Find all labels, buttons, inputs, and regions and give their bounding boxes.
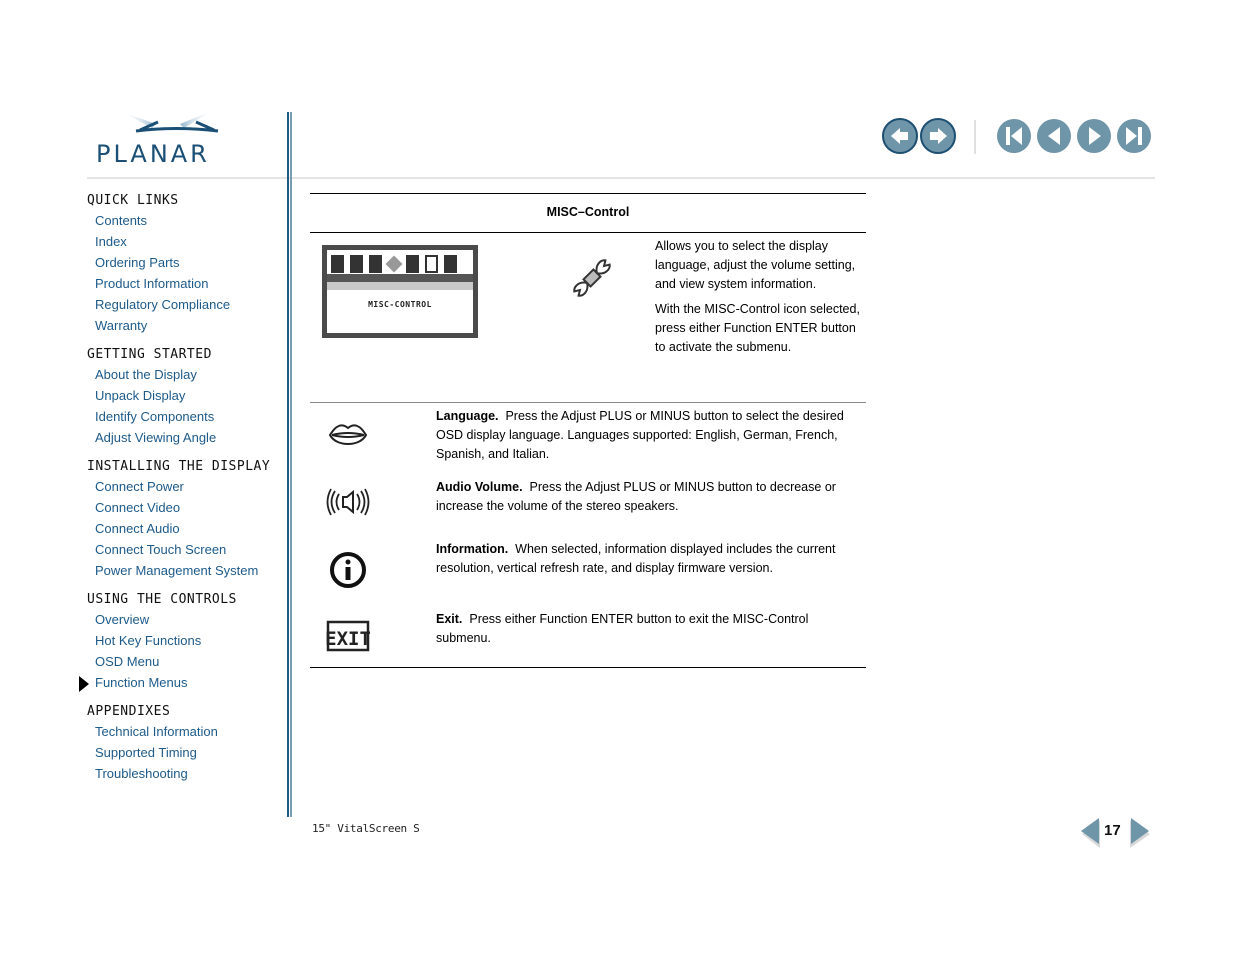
osd-screenshot: MISC-CONTROL bbox=[322, 245, 478, 338]
logo-text: PLANAR bbox=[96, 140, 210, 168]
current-page-marker-icon bbox=[79, 676, 89, 692]
item-text: Press either Function ENTER button to ex… bbox=[436, 612, 809, 645]
link-osd-menu[interactable]: OSD Menu bbox=[95, 651, 282, 672]
lips-icon bbox=[328, 424, 368, 445]
sidebar-section-getting-started: GETTING STARTED About the Display Unpack… bbox=[87, 345, 282, 448]
back-button[interactable] bbox=[882, 118, 918, 154]
link-connect-touch-screen[interactable]: Connect Touch Screen bbox=[95, 539, 282, 560]
sidebar-section-appendixes: APPENDIXES Technical Information Support… bbox=[87, 702, 282, 784]
link-connect-audio[interactable]: Connect Audio bbox=[95, 518, 282, 539]
sidebar-divider-light bbox=[290, 112, 292, 817]
previous-page-button[interactable] bbox=[1037, 119, 1071, 153]
misc-control-table: MISC–Control MISC-CONTROL Allows you to … bbox=[310, 193, 866, 668]
link-contents[interactable]: Contents bbox=[95, 210, 282, 231]
next-page-button[interactable] bbox=[1077, 119, 1111, 153]
item-description: Language. Press the Adjust PLUS or MINUS… bbox=[436, 407, 864, 464]
link-supported-timing[interactable]: Supported Timing bbox=[95, 742, 282, 763]
exit-icon: EXIT bbox=[326, 620, 370, 652]
item-term: Language. bbox=[436, 409, 499, 423]
section-title: GETTING STARTED bbox=[87, 347, 212, 362]
arrow-left-icon bbox=[891, 128, 908, 144]
skip-first-icon bbox=[1006, 127, 1022, 145]
section-title: USING THE CONTROLS bbox=[87, 592, 237, 607]
info-icon bbox=[330, 552, 366, 588]
triangle-left-icon bbox=[1048, 127, 1060, 145]
intro-row: MISC-CONTROL Allows you to select the di… bbox=[310, 233, 866, 402]
intro-paragraph: Allows you to select the display languag… bbox=[655, 239, 856, 291]
sidebar-section-installing: INSTALLING THE DISPLAY Connect Power Con… bbox=[87, 457, 282, 581]
section-title: APPENDIXES bbox=[87, 704, 171, 719]
sidebar-section-quick-links: QUICK LINKS Contents Index Ordering Part… bbox=[87, 191, 282, 336]
item-description: Exit. Press either Function ENTER button… bbox=[436, 610, 864, 648]
wrench-icon bbox=[573, 259, 611, 297]
arrow-right-icon bbox=[930, 128, 947, 144]
item-term: Exit. bbox=[436, 612, 463, 626]
next-page-arrow-icon[interactable] bbox=[1130, 818, 1150, 848]
link-ordering-parts[interactable]: Ordering Parts bbox=[95, 252, 282, 273]
logo-swoosh-icon bbox=[122, 110, 219, 133]
header-divider bbox=[87, 177, 1155, 179]
item-term: Audio Volume. bbox=[436, 480, 523, 494]
sidebar-quick-links: QUICK LINKS Contents Index Ordering Part… bbox=[79, 191, 282, 793]
osd-screen-label: MISC-CONTROL bbox=[368, 300, 432, 309]
link-overview[interactable]: Overview bbox=[95, 609, 282, 630]
submenu-items: Language. Press the Adjust PLUS or MINUS… bbox=[310, 403, 866, 667]
link-label: Function Menus bbox=[95, 675, 188, 690]
link-warranty[interactable]: Warranty bbox=[95, 315, 282, 336]
svg-text:EXIT: EXIT bbox=[326, 628, 370, 650]
link-adjust-viewing-angle[interactable]: Adjust Viewing Angle bbox=[95, 427, 282, 448]
speaker-icon bbox=[326, 488, 370, 516]
osd-icon-row bbox=[331, 253, 457, 275]
sidebar-divider bbox=[287, 112, 289, 817]
link-hot-key-functions[interactable]: Hot Key Functions bbox=[95, 630, 282, 651]
intro-paragraph: With the MISC-Control icon selected, pre… bbox=[655, 302, 860, 354]
product-name: 15" VitalScreen S bbox=[312, 822, 420, 835]
table-title: MISC–Control bbox=[546, 205, 630, 219]
item-term: Information. bbox=[436, 542, 509, 556]
link-unpack-display[interactable]: Unpack Display bbox=[95, 385, 282, 406]
first-page-button[interactable] bbox=[997, 119, 1031, 153]
sidebar-section-using-controls: USING THE CONTROLS Overview Hot Key Func… bbox=[79, 590, 282, 693]
item-description: Audio Volume. Press the Adjust PLUS or M… bbox=[436, 478, 864, 516]
section-title: INSTALLING THE DISPLAY bbox=[87, 459, 271, 474]
table-bottom-rule bbox=[310, 667, 866, 668]
previous-page-arrow-icon[interactable] bbox=[1080, 818, 1100, 848]
link-function-menus[interactable]: Function Menus bbox=[79, 672, 282, 693]
link-connect-video[interactable]: Connect Video bbox=[95, 497, 282, 518]
link-regulatory-compliance[interactable]: Regulatory Compliance bbox=[95, 294, 282, 315]
page-number: 17 bbox=[1104, 822, 1121, 839]
last-page-button[interactable] bbox=[1117, 119, 1151, 153]
nav-separator bbox=[974, 120, 976, 154]
link-power-management-system[interactable]: Power Management System bbox=[95, 560, 282, 581]
link-identify-components[interactable]: Identify Components bbox=[95, 406, 282, 427]
item-description: Information. When selected, information … bbox=[436, 540, 864, 578]
link-technical-information[interactable]: Technical Information bbox=[95, 721, 282, 742]
link-about-the-display[interactable]: About the Display bbox=[95, 364, 282, 385]
link-connect-power[interactable]: Connect Power bbox=[95, 476, 282, 497]
link-index[interactable]: Index bbox=[95, 231, 282, 252]
link-product-information[interactable]: Product Information bbox=[95, 273, 282, 294]
section-title: QUICK LINKS bbox=[87, 193, 179, 208]
triangle-right-icon bbox=[1089, 127, 1101, 145]
skip-last-icon bbox=[1126, 127, 1142, 145]
forward-button[interactable] bbox=[920, 118, 956, 154]
intro-description: Allows you to select the display languag… bbox=[655, 237, 860, 363]
planar-logo: PLANAR bbox=[96, 108, 248, 168]
link-troubleshooting[interactable]: Troubleshooting bbox=[95, 763, 282, 784]
